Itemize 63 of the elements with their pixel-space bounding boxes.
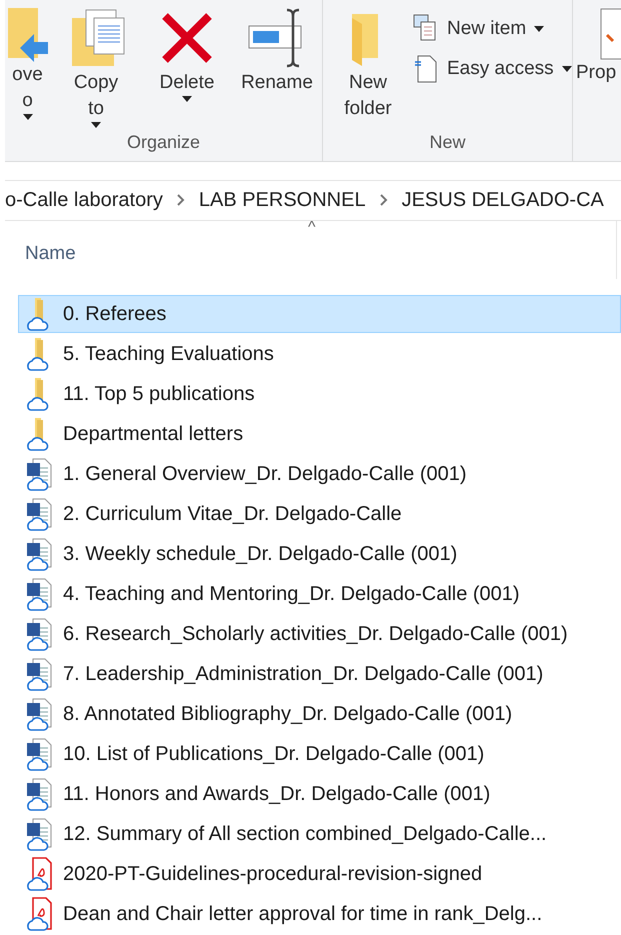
ribbon-button[interactable]: ove o <box>5 8 50 132</box>
file-row[interactable]: 3. Weekly schedule_Dr. Delgado-Calle (001) <box>18 535 621 573</box>
ribbon-button[interactable]: New folder <box>323 8 413 132</box>
file-name: 5. Teaching Evaluations <box>63 342 274 366</box>
cloud-document-icon <box>25 736 53 772</box>
ribbon-button[interactable]: New item <box>413 14 572 44</box>
file-row[interactable]: Dean and Chair letter approval for time in rank_Delg... <box>18 895 621 933</box>
sort-indicator: ^ <box>308 220 316 233</box>
file-name: Departmental letters <box>63 422 244 446</box>
file-name: 2020-PT-Guidelines-procedural-revision-signed <box>63 862 482 886</box>
breadcrumb-item[interactable]: JESUS DELGADO-CA <box>402 188 604 212</box>
file-name: Dean and Chair letter approval for time in rank_Delg... <box>63 902 542 926</box>
ribbon-button[interactable]: Delete <box>142 8 232 132</box>
cloud-document-icon <box>25 456 53 492</box>
file-name: 1. General Overview_Dr. Delgado-Calle (001) <box>63 462 467 486</box>
file-name: 11. Top 5 publications <box>63 382 255 406</box>
file-row[interactable]: 2. Curriculum Vitae_Dr. Delgado-Calle <box>18 495 621 533</box>
cloud-document-icon <box>25 696 53 732</box>
file-row[interactable]: 6. Research_Scholarly activities_Dr. Delgado-Calle (001) <box>18 615 621 653</box>
file-row[interactable]: 11. Top 5 publications <box>18 375 621 413</box>
ribbon-button[interactable]: Rename <box>232 8 322 132</box>
file-row[interactable]: 11. Honors and Awards_Dr. Delgado-Calle (001) <box>18 775 621 813</box>
breadcrumb-item[interactable]: LAB PERSONNEL <box>198 188 366 212</box>
file-name: 7. Leadership_Administration_Dr. Delgado-Calle (001) <box>63 662 544 686</box>
chevron-icon <box>176 194 185 206</box>
cloud-document-icon <box>25 616 53 652</box>
cloud-document-icon <box>25 776 53 812</box>
file-name: 10. List of Publications_Dr. Delgado-Calle (001) <box>63 742 484 766</box>
file-row[interactable]: 2020-PT-Guidelines-procedural-revision-signed <box>18 855 621 893</box>
cloud-document-icon <box>25 536 53 572</box>
file-name: 8. Annotated Bibliography_Dr. Delgado-Calle (001) <box>63 702 512 726</box>
breadcrumb-item[interactable]: o-Calle laboratory <box>5 188 163 212</box>
file-name: 2. Curriculum Vitae_Dr. Delgado-Calle <box>63 502 402 526</box>
folder-arrow-icon <box>8 8 48 62</box>
ribbon-button[interactable]: Copy to <box>50 8 142 132</box>
cloud-document-icon <box>25 816 53 852</box>
file-name: 3. Weekly schedule_Dr. Delgado-Calle (001) <box>63 542 458 566</box>
file-name: 12. Summary of All section combined_Delgado-Calle... <box>63 822 547 846</box>
group-label: New <box>429 132 466 153</box>
file-row[interactable]: 8. Annotated Bibliography_Dr. Delgado-Calle (001) <box>18 695 621 733</box>
group-label: Organize <box>126 132 200 153</box>
ribbon-button[interactable]: Easy access <box>413 54 572 84</box>
column-header[interactable]: Name <box>25 242 76 265</box>
cloud-pdf-icon <box>25 896 53 932</box>
cloud-pdf-icon <box>25 856 53 892</box>
file-name: 6. Research_Scholarly activities_Dr. Delgado-Calle (001) <box>63 622 568 646</box>
file-name: 0. Referees <box>63 302 166 326</box>
document-icon <box>413 54 439 84</box>
file-name: 4. Teaching and Mentoring_Dr. Delgado-Calle (001) <box>63 582 520 606</box>
file-row[interactable]: 7. Leadership_Administration_Dr. Delgado-Calle (001) <box>18 655 621 693</box>
file-row[interactable]: 1. General Overview_Dr. Delgado-Calle (001) <box>18 455 621 493</box>
file-row[interactable]: 4. Teaching and Mentoring_Dr. Delgado-Calle (001) <box>18 575 621 613</box>
cloud-document-icon <box>25 656 53 692</box>
file-row[interactable]: 10. List of Publications_Dr. Delgado-Calle (001) <box>18 735 621 773</box>
ribbon-button[interactable]: Prop <box>573 8 621 161</box>
file-row[interactable]: Departmental letters <box>18 415 621 453</box>
chevron-icon <box>380 194 388 206</box>
file-name: 11. Honors and Awards_Dr. Delgado-Calle (001) <box>63 782 490 806</box>
cloud-document-icon <box>25 496 53 532</box>
file-row[interactable]: 12. Summary of All section combined_Delgado-Calle... <box>18 815 621 853</box>
file-row[interactable]: 5. Teaching Evaluations <box>18 335 621 373</box>
file-row[interactable]: 0. Referees <box>18 295 621 333</box>
cloud-document-icon <box>25 576 53 612</box>
